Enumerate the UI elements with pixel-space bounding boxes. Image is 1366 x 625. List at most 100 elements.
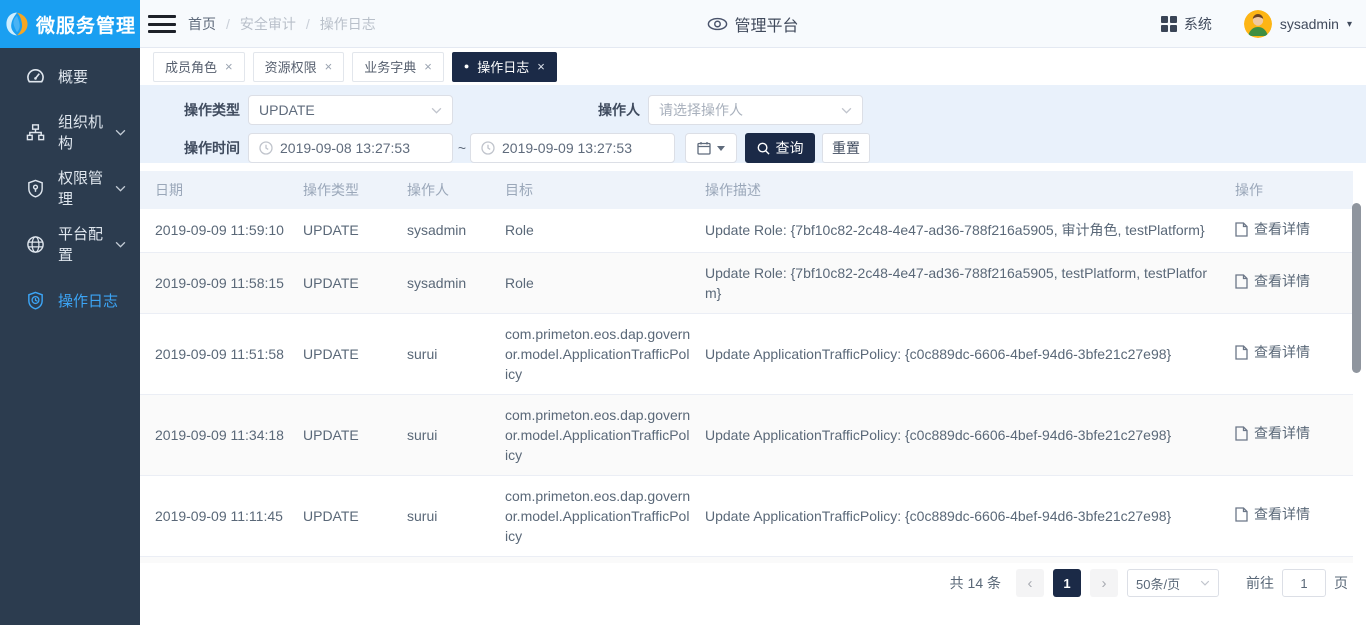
tab-close-icon[interactable]: ×: [537, 59, 545, 74]
calendar-icon: [697, 141, 711, 155]
operation-type-select[interactable]: UPDATE: [248, 95, 453, 125]
page-size-value: 50条/页: [1136, 574, 1180, 593]
sidebar-item-label: 操作日志: [58, 290, 118, 311]
shield-key-icon: [26, 179, 45, 198]
goto-page-input[interactable]: 1: [1282, 569, 1326, 597]
sidebar-item[interactable]: 操作日志: [0, 272, 140, 328]
tab-label: 资源权限: [265, 57, 317, 76]
cell-operator: sysadmin: [407, 273, 505, 293]
search-button[interactable]: 查询: [745, 133, 815, 163]
cell-operation-type: UPDATE: [303, 425, 407, 445]
next-page-button[interactable]: ›: [1090, 569, 1118, 597]
chevron-down-icon: [115, 241, 126, 248]
filter-time-label: 操作时间: [140, 133, 240, 163]
avatar: [1244, 10, 1272, 38]
vertical-scrollbar: [1352, 203, 1361, 563]
cell-target: com.primeton.eos.dap.governor.model.Appl…: [505, 486, 705, 546]
cell-date: 2019-09-09 11:11:45: [155, 506, 303, 526]
org-chart-icon: [26, 123, 45, 142]
sidebar-item[interactable]: 平台配置: [0, 216, 140, 272]
page-size-select[interactable]: 50条/页: [1127, 569, 1219, 597]
header-right: 系统 sysadmin ▾: [1161, 0, 1352, 48]
operation-log-table: 日期操作类型操作人目标操作描述操作 2019-09-09 11:59:10 UP…: [140, 171, 1353, 563]
sidebar-item[interactable]: 权限管理: [0, 160, 140, 216]
reset-button[interactable]: 重置: [822, 133, 870, 163]
operator-select[interactable]: 请选择操作人: [648, 95, 863, 125]
view-detail-label: 查看详情: [1254, 271, 1310, 291]
sidebar-item[interactable]: 概要: [0, 48, 140, 104]
cell-target: com.primeton.eos.dap.governor.model.Appl…: [505, 324, 705, 384]
tab[interactable]: 业务字典 ×: [352, 52, 444, 82]
sidebar-item-label: 平台配置: [58, 223, 115, 265]
system-menu[interactable]: 系统: [1161, 14, 1212, 34]
quick-range-calendar-button[interactable]: [685, 133, 737, 163]
cell-action: 查看详情: [1235, 504, 1353, 527]
table-row: 2019-09-09 11:34:18 UPDATE surui com.pri…: [140, 395, 1353, 476]
cell-operation-type: UPDATE: [303, 273, 407, 293]
view-detail-label: 查看详情: [1254, 423, 1310, 443]
view-detail-link[interactable]: 查看详情: [1235, 219, 1310, 239]
caret-down-icon: [717, 146, 725, 151]
app-title: 微服务管理: [36, 11, 136, 38]
gauge-icon: [26, 67, 45, 86]
cell-target: Role: [505, 273, 705, 293]
cell-operation-type: UPDATE: [303, 220, 407, 240]
tab-label: 业务字典: [364, 57, 416, 76]
top-header: 微服务管理 首页 / 安全审计 / 操作日志 管理平台 系统: [0, 0, 1366, 48]
time-from-input[interactable]: 2019-09-08 13:27:53: [248, 133, 453, 163]
breadcrumb-security-audit[interactable]: 安全审计: [240, 14, 296, 34]
username: sysadmin: [1280, 16, 1339, 32]
view-detail-link[interactable]: 查看详情: [1235, 342, 1310, 362]
search-button-label: 查询: [776, 138, 804, 158]
column-header: 操作: [1235, 180, 1353, 200]
grid-icon: [1161, 16, 1177, 32]
next-icon: ›: [1102, 575, 1107, 592]
time-to-input[interactable]: 2019-09-09 13:27:53: [470, 133, 675, 163]
breadcrumb-separator: /: [306, 16, 310, 32]
cell-operator: sysadmin: [407, 220, 505, 240]
page-number-button[interactable]: 1: [1053, 569, 1081, 597]
hamburger-menu-icon[interactable]: [148, 13, 176, 35]
document-icon: [1235, 507, 1248, 522]
logo-swirl-icon: [4, 11, 30, 37]
cell-description: Update ApplicationTrafficPolicy: {c0c889…: [705, 344, 1235, 364]
operation-type-value: UPDATE: [259, 102, 315, 118]
document-icon: [1235, 426, 1248, 441]
prev-page-button[interactable]: ‹: [1016, 569, 1044, 597]
prev-icon: ‹: [1028, 575, 1033, 592]
view-detail-link[interactable]: 查看详情: [1235, 271, 1310, 291]
filter-type-label: 操作类型: [140, 95, 240, 125]
sidebar-item[interactable]: 组织机构: [0, 104, 140, 160]
tab-close-icon[interactable]: ×: [325, 59, 333, 74]
cell-action: 查看详情: [1235, 271, 1353, 294]
user-menu[interactable]: sysadmin ▾: [1244, 10, 1352, 38]
breadcrumb-operation-log[interactable]: 操作日志: [320, 14, 376, 34]
view-detail-label: 查看详情: [1254, 504, 1310, 524]
cell-operator: surui: [407, 425, 505, 445]
chevron-down-icon: [841, 107, 852, 114]
tab[interactable]: ● 操作日志 ×: [452, 52, 557, 82]
view-detail-link[interactable]: 查看详情: [1235, 504, 1310, 524]
scrollbar-thumb[interactable]: [1352, 203, 1361, 373]
column-header: 操作类型: [303, 180, 407, 200]
document-icon: [1235, 345, 1248, 360]
column-header: 操作描述: [705, 180, 1235, 200]
app-logo: 微服务管理: [0, 0, 140, 48]
table-row: 2019-09-09 11:06:01 UPDATE jichao com.pr…: [140, 557, 1353, 564]
cell-date: 2019-09-09 11:51:58: [155, 344, 303, 364]
table-row: 2019-09-09 11:11:45 UPDATE surui com.pri…: [140, 476, 1353, 557]
app-root: 微服务管理 首页 / 安全审计 / 操作日志 管理平台 系统: [0, 0, 1366, 625]
breadcrumb-home[interactable]: 首页: [188, 14, 216, 34]
chevron-down-icon: [115, 185, 126, 192]
range-separator: ~: [455, 133, 469, 163]
sidebar-item-label: 组织机构: [58, 111, 115, 153]
tab[interactable]: 成员角色 ×: [153, 52, 245, 82]
cell-date: 2019-09-09 11:58:15: [155, 273, 303, 293]
tab-close-icon[interactable]: ×: [225, 59, 233, 74]
cell-operator: surui: [407, 506, 505, 526]
tab-close-icon[interactable]: ×: [424, 59, 432, 74]
tab[interactable]: 资源权限 ×: [253, 52, 345, 82]
view-detail-link[interactable]: 查看详情: [1235, 423, 1310, 443]
user-caret-down-icon: ▾: [1347, 19, 1352, 30]
cell-operator: surui: [407, 344, 505, 364]
